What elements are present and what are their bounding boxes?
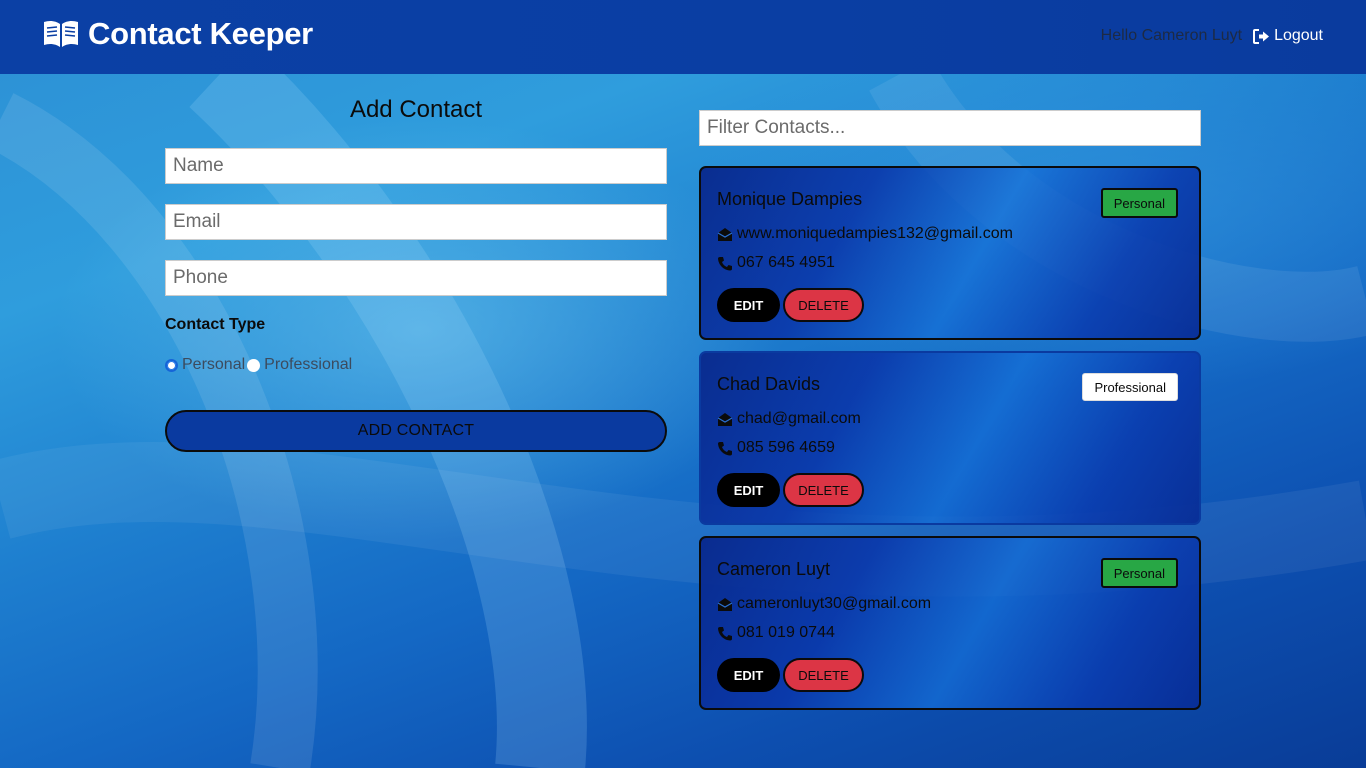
delete-button[interactable]: DELETE — [783, 658, 864, 692]
contact-type-badge: Personal — [1100, 188, 1178, 218]
edit-button[interactable]: EDIT — [717, 658, 780, 692]
contact-name: Chad Davids — [717, 374, 821, 394]
book-open-icon — [44, 20, 78, 47]
add-contact-button[interactable]: ADD CONTACT — [165, 410, 667, 452]
contact-card: Monique Dampies Personal www.moniquedamp… — [699, 166, 1201, 340]
edit-button[interactable]: EDIT — [717, 473, 780, 507]
contact-phone-text: 067 645 4951 — [737, 254, 835, 271]
envelope-open-icon — [717, 227, 733, 241]
radio-personal-label: Personal — [182, 356, 246, 373]
delete-button[interactable]: DELETE — [783, 288, 864, 322]
contact-type-badge: Professional — [1082, 373, 1178, 401]
contact-name: Monique Dampies — [717, 189, 863, 209]
envelope-open-icon — [717, 412, 733, 426]
envelope-open-icon — [717, 597, 733, 611]
brand[interactable]: Contact Keeper — [42, 16, 313, 52]
contact-email-text: chad@gmail.com — [737, 410, 861, 427]
contact-email: www.moniquedampies132@gmail.com — [717, 225, 1013, 243]
contact-email-text: www.moniquedampies132@gmail.com — [737, 225, 1013, 242]
navbar: Contact Keeper Hello Cameron Luyt Logout — [0, 0, 1366, 74]
contact-phone-text: 081 019 0744 — [737, 624, 835, 641]
brand-title: Contact Keeper — [88, 16, 313, 51]
form-title: Add Contact — [349, 96, 483, 123]
contact-phone: 085 596 4659 — [717, 439, 835, 457]
contact-email: chad@gmail.com — [717, 410, 861, 428]
user-menu: Hello Cameron Luyt Logout — [1101, 27, 1323, 45]
radio-professional-label: Professional — [264, 356, 353, 373]
delete-button[interactable]: DELETE — [783, 473, 864, 507]
phone-icon — [718, 256, 732, 270]
email-input[interactable] — [165, 204, 667, 240]
phone-icon — [718, 626, 732, 640]
name-input[interactable] — [165, 148, 667, 184]
greeting-text: Hello Cameron Luyt — [1100, 27, 1243, 44]
contact-type-badge: Personal — [1100, 558, 1178, 588]
contact-card: Chad Davids Professional chad@gmail.com … — [699, 351, 1201, 525]
contact-phone-text: 085 596 4659 — [737, 439, 835, 456]
phone-icon — [718, 441, 732, 455]
logout-label: Logout — [1274, 27, 1323, 44]
filter-contacts-input[interactable] — [699, 110, 1201, 146]
contact-phone: 081 019 0744 — [717, 624, 835, 642]
contact-type-options: Personal Professional — [165, 356, 667, 374]
radio-personal[interactable] — [165, 358, 178, 372]
sign-out-icon — [1253, 28, 1270, 44]
phone-input[interactable] — [165, 260, 667, 296]
contact-type-label: Contact Type — [165, 316, 266, 333]
radio-professional[interactable] — [247, 358, 261, 372]
edit-button[interactable]: EDIT — [717, 288, 780, 322]
contact-card: Cameron Luyt Personal cameronluyt30@gmai… — [699, 536, 1201, 710]
contact-email-text: cameronluyt30@gmail.com — [737, 595, 932, 612]
contact-name: Cameron Luyt — [717, 559, 831, 579]
logout-link[interactable]: Logout — [1253, 27, 1323, 45]
contact-email: cameronluyt30@gmail.com — [717, 595, 931, 613]
add-contact-form: Add Contact Contact Type Personal Profes… — [165, 96, 667, 452]
contact-phone: 067 645 4951 — [717, 254, 835, 272]
